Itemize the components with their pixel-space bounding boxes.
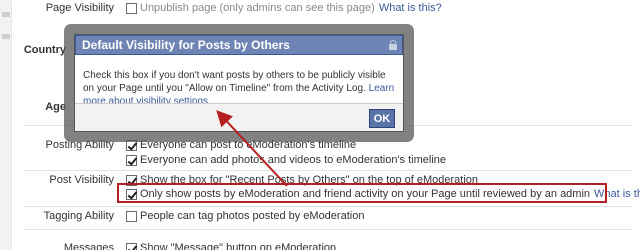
post-visibility-label: Post Visibility (49, 174, 114, 186)
message-button-option[interactable]: Show "Message" button on eModeration (126, 241, 336, 250)
section-divider (24, 229, 632, 230)
tagging-ability-label: Tagging Ability (43, 210, 114, 222)
dialog-message: Check this box if you don't want posts b… (83, 70, 386, 94)
tag-photos-option[interactable]: People can tag photos posted by eModerat… (126, 209, 364, 223)
tag-photos-checkbox[interactable] (126, 210, 137, 222)
everyone-photos-checkbox[interactable] (126, 154, 137, 166)
page-visibility-what-is-this-link[interactable]: What is this? (379, 2, 442, 14)
ok-button[interactable]: OK (369, 109, 395, 128)
dialog-title: Default Visibility for Posts by Others (82, 38, 290, 52)
highlight-box (117, 183, 607, 203)
everyone-photos-option[interactable]: Everyone can add photos and videos to eM… (126, 153, 446, 167)
lock-icon (389, 40, 397, 50)
unpublish-checkbox[interactable] (126, 2, 137, 14)
message-button-label: Show "Message" button on eModeration (140, 242, 337, 250)
message-button-checkbox[interactable] (126, 242, 137, 250)
dialog-body: Check this box if you don't want posts b… (75, 55, 403, 108)
section-divider (24, 206, 632, 207)
dialog-title-bar: Default Visibility for Posts by Others (75, 35, 403, 55)
section-divider (24, 170, 632, 171)
dialog-footer: OK (75, 103, 403, 131)
country-label: Country (23, 44, 66, 56)
visibility-dialog: Default Visibility for Posts by Others C… (74, 34, 404, 132)
age-label: Age (45, 101, 66, 113)
page-visibility-label: Page Visibility (45, 2, 114, 14)
messages-label: Messages (63, 242, 114, 250)
everyone-photos-label: Everyone can add photos and videos to eM… (140, 154, 447, 166)
unpublish-option-label: Unpublish page (only admins can see this… (140, 2, 375, 14)
unpublish-option[interactable]: Unpublish page (only admins can see this… (126, 1, 442, 15)
tag-photos-label: People can tag photos posted by eModerat… (140, 210, 365, 222)
